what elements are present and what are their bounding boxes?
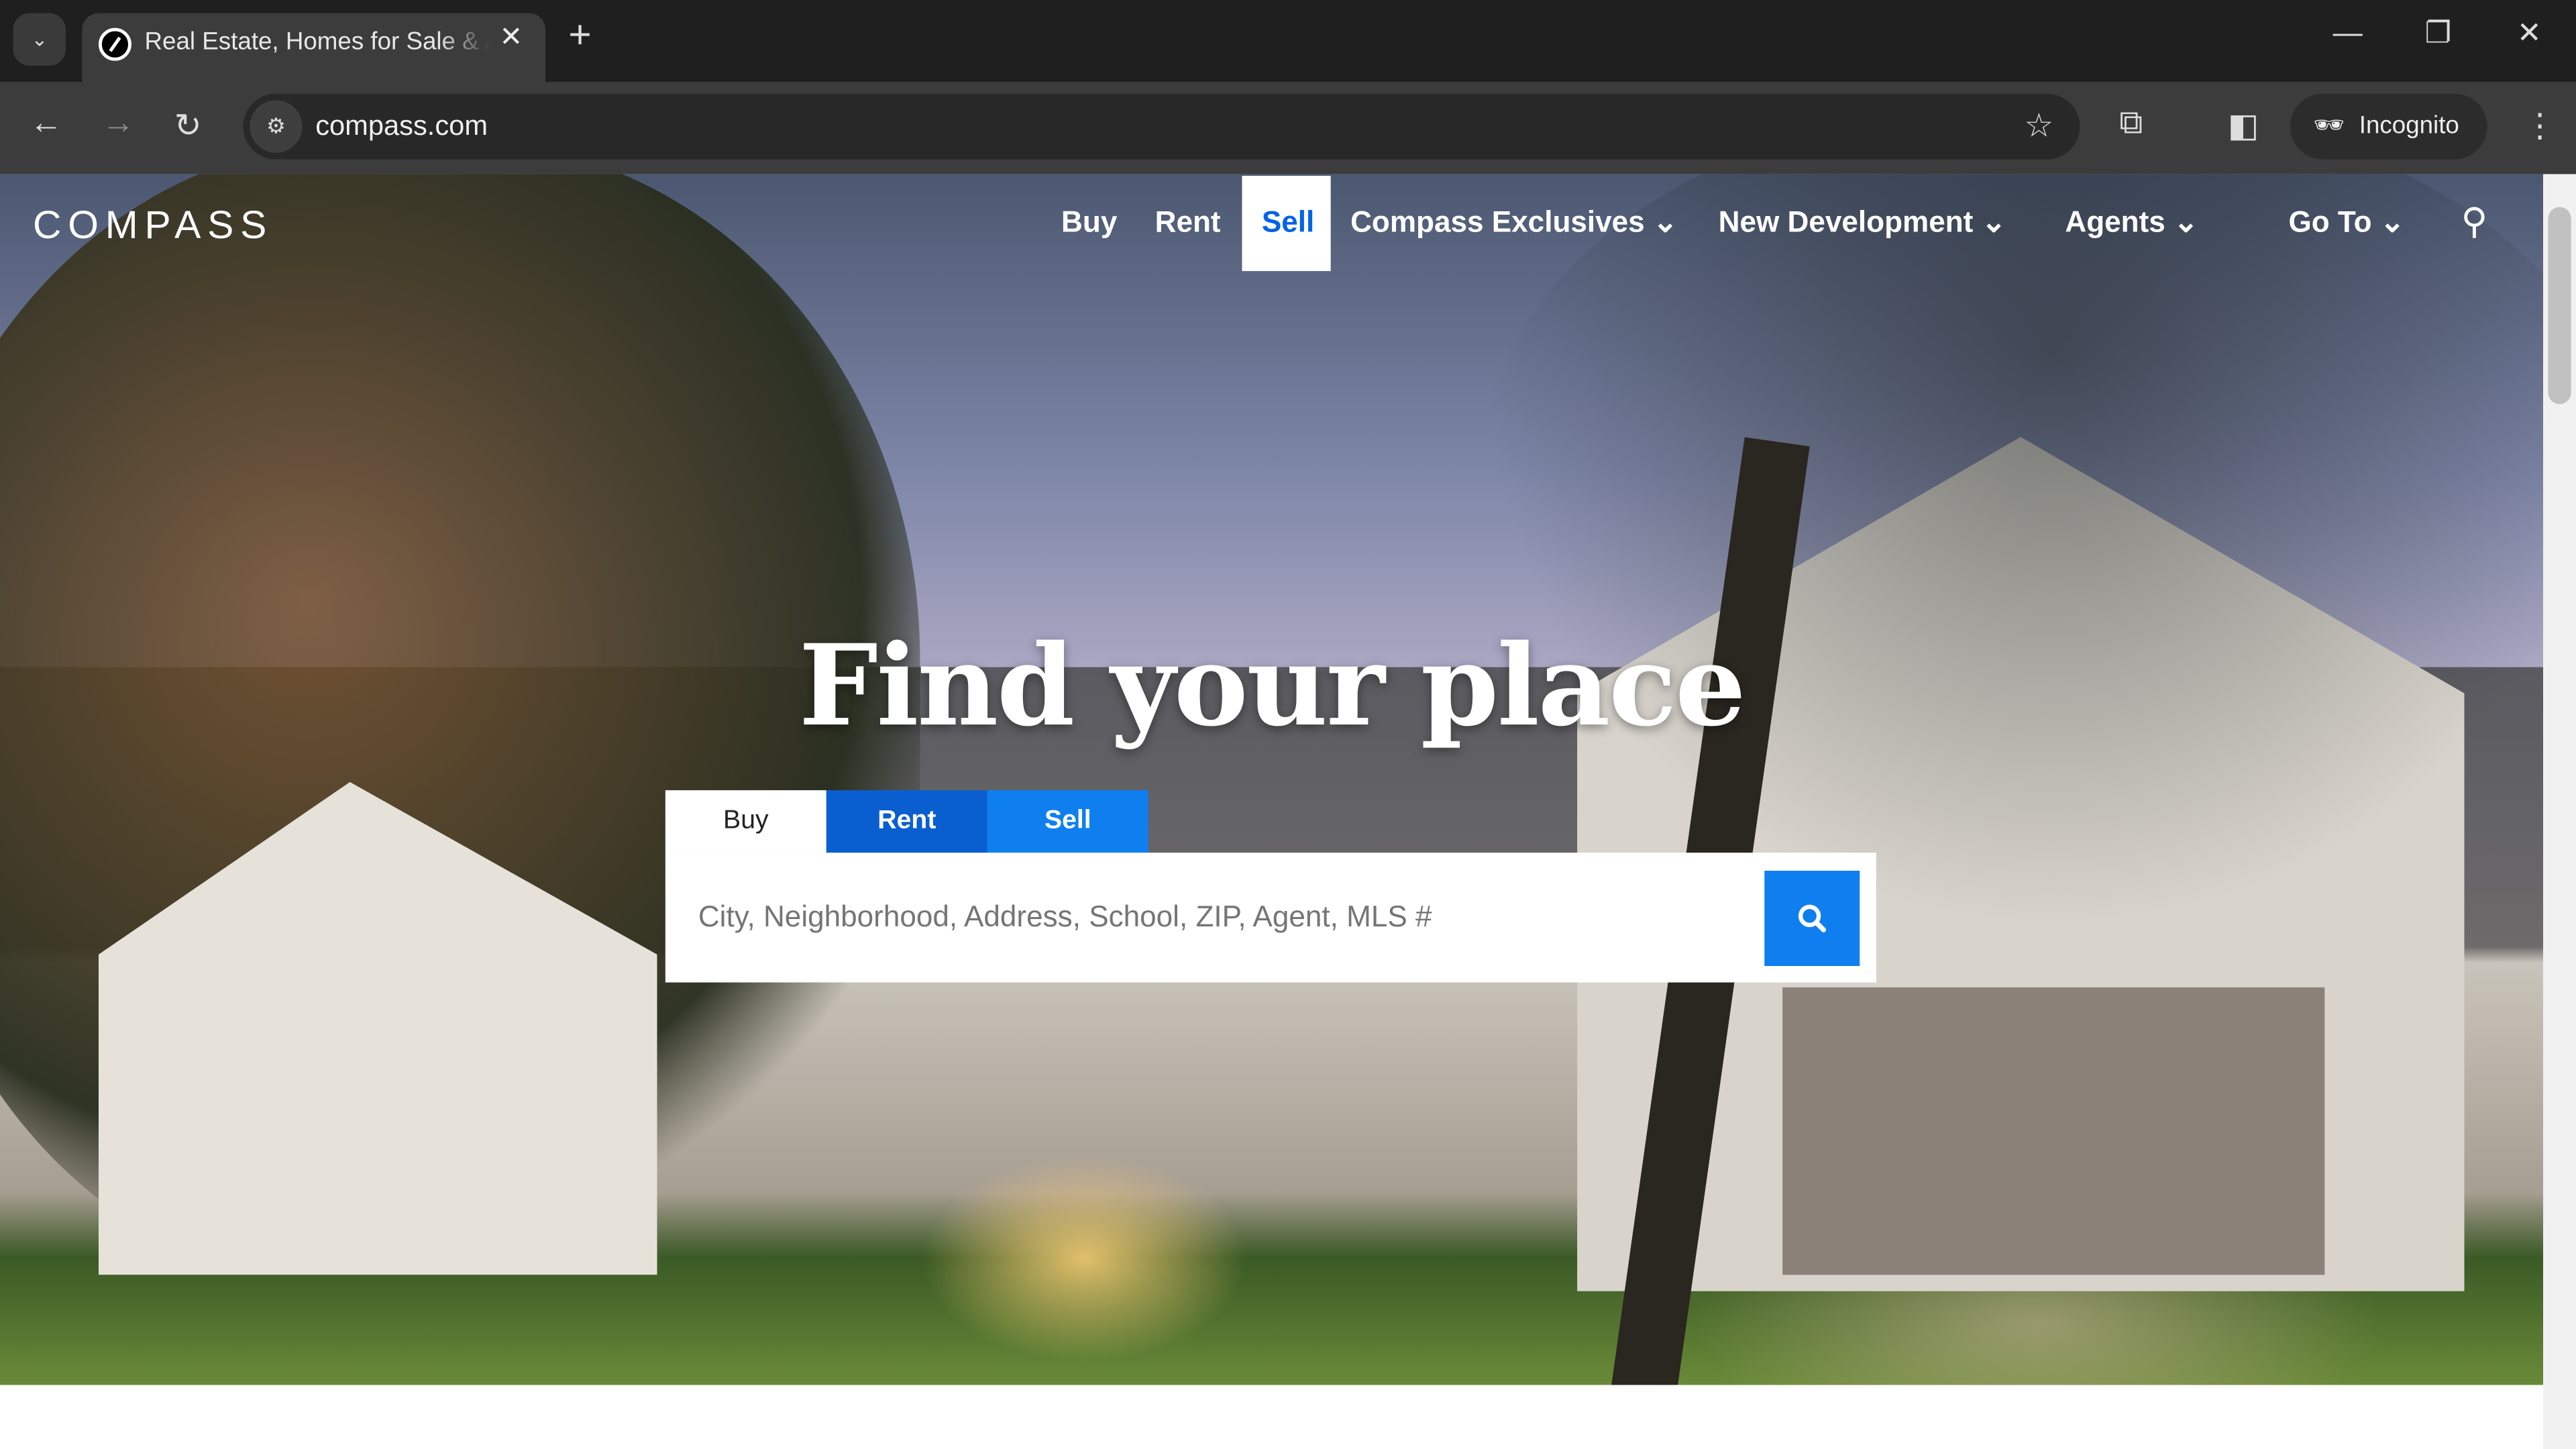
bookmark-star-icon[interactable]: ☆	[2024, 105, 2053, 146]
incognito-icon: 🕶	[2313, 111, 2345, 140]
scrollbar-thumb[interactable]	[2548, 207, 2571, 405]
incognito-badge[interactable]: 🕶 Incognito	[2290, 93, 2487, 160]
search-icon	[1798, 904, 1827, 932]
search-input[interactable]	[694, 898, 1721, 936]
side-panel-icon[interactable]: ◧	[2228, 105, 2259, 146]
url-text[interactable]: compass.com	[315, 110, 488, 143]
nav-agents[interactable]: Agents ⌄	[2065, 205, 2198, 239]
chevron-down-icon: ⌄	[1981, 205, 2006, 239]
hero-image-tree	[1479, 174, 2544, 930]
nav-new-development[interactable]: New Development ⌄	[1719, 205, 2006, 239]
nav-sell-label: Sell	[1261, 205, 1315, 239]
browser-tab-bar: ⌄ Real Estate, Homes for Sale & Apartmen…	[0, 0, 2576, 83]
chevron-down-icon: ⌄	[1653, 205, 1678, 239]
browser-tab[interactable]: Real Estate, Homes for Sale & Apartments…	[82, 13, 546, 83]
nav-label: New Development	[1718, 205, 1974, 239]
minimize-icon[interactable]: —	[2333, 16, 2363, 50]
compass-favicon-icon	[98, 28, 131, 61]
tab-title: Real Estate, Homes for Sale & Apartments	[144, 28, 490, 56]
forward-icon[interactable]: →	[102, 105, 135, 143]
browser-toolbar: ← → ↻ ⚙ compass.com ☆ ⧉ ◧ 🕶 Incognito ⋮	[0, 82, 2576, 174]
site-settings-icon[interactable]: ⚙	[250, 100, 303, 153]
nav-label: Go To	[2288, 205, 2372, 239]
nav-compass-exclusives[interactable]: Compass Exclusives ⌄	[1350, 205, 1678, 239]
hero-section: COMPASS Buy Rent Sell Compass Exclusives…	[0, 174, 2544, 1385]
search-box	[665, 853, 1876, 983]
nav-go-to[interactable]: Go To ⌄	[2288, 205, 2404, 239]
extensions-icon[interactable]: ⧉	[2119, 105, 2143, 143]
chevron-down-icon: ⌄	[31, 28, 48, 51]
search-button[interactable]	[1764, 870, 1860, 967]
reload-icon[interactable]: ↻	[174, 105, 202, 146]
tab-search-button[interactable]: ⌄	[13, 13, 66, 66]
site-nav: COMPASS Buy Rent Sell Compass Exclusives…	[0, 174, 2543, 273]
nav-label: Agents	[2065, 205, 2165, 239]
new-tab-icon[interactable]: +	[568, 13, 591, 60]
nav-label: Compass Exclusives	[1350, 205, 1645, 239]
hero-headline: Find your place	[798, 621, 1746, 753]
incognito-label: Incognito	[2359, 111, 2459, 140]
restore-icon[interactable]: ❐	[2425, 16, 2452, 50]
search-tab-sell[interactable]: Sell	[987, 790, 1148, 853]
menu-icon[interactable]: ⋮	[2524, 105, 2557, 146]
nav-buy[interactable]: Buy	[1061, 205, 1117, 239]
nav-rent[interactable]: Rent	[1155, 205, 1221, 239]
page-scrollbar[interactable]	[2543, 174, 2576, 1449]
chevron-down-icon: ⌄	[2379, 205, 2405, 239]
user-account-icon[interactable]: ⚲	[2461, 201, 2487, 244]
search-tab-buy[interactable]: Buy	[665, 790, 826, 853]
search-tab-rent[interactable]: Rent	[826, 790, 987, 853]
chevron-down-icon: ⌄	[2174, 205, 2199, 239]
address-bar[interactable]: ⚙ compass.com ☆	[243, 93, 2080, 160]
nav-sell[interactable]: Sell	[1242, 176, 1331, 272]
close-window-icon[interactable]: ✕	[2517, 16, 2542, 50]
hero-image-garage	[1782, 987, 2325, 1275]
compass-logo[interactable]: COMPASS	[33, 204, 273, 250]
back-icon[interactable]: ←	[30, 105, 62, 143]
close-tab-icon[interactable]: ✕	[499, 21, 523, 54]
